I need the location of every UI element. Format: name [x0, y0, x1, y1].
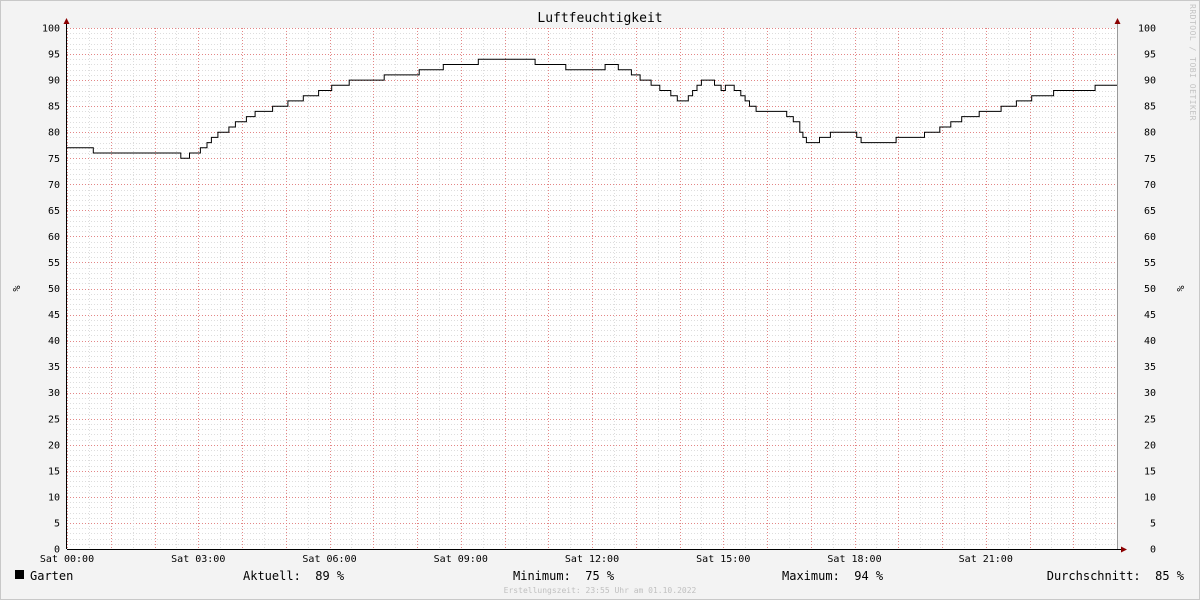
y-tick-label-left: 35 — [48, 362, 60, 373]
x-tick-label: Sat 12:00 — [565, 554, 619, 565]
y-tick-label-right: 10 — [1144, 492, 1156, 503]
y-tick-label-left: 90 — [48, 76, 60, 87]
x-tick-label: Sat 09:00 — [434, 554, 488, 565]
y-tick-label-right: 40 — [1144, 336, 1156, 347]
y-tick-label-right: 95 — [1144, 50, 1156, 61]
legend-series-name: Garten — [30, 569, 74, 583]
y-tick-label-right: 50 — [1144, 284, 1156, 295]
x-tick-label: Sat 15:00 — [696, 554, 750, 565]
y-tick-label-right: 60 — [1144, 232, 1156, 243]
y-tick-label-right: 70 — [1144, 180, 1156, 191]
y-tick-label-left: 10 — [48, 492, 60, 503]
y-tick-label-left: 25 — [48, 414, 60, 425]
y-axis-label-left: % — [10, 285, 21, 291]
y-tick-label-left: 65 — [48, 206, 60, 217]
y-tick-label-right: 85 — [1144, 102, 1156, 113]
y-tick-label-right: 20 — [1144, 440, 1156, 451]
y-tick-label-left: 75 — [48, 154, 60, 165]
stat-maximum: Maximum: 94 % — [782, 569, 884, 583]
x-tick-label: Sat 06:00 — [302, 554, 356, 565]
y-tick-label-left: 30 — [48, 388, 60, 399]
y-tick-label-right: 45 — [1144, 310, 1156, 321]
y-tick-label-right: 35 — [1144, 362, 1156, 373]
y-tick-label-left: 50 — [48, 284, 60, 295]
y-axis-arrow-left — [63, 18, 70, 24]
stat-current: Aktuell: 89 % — [243, 569, 345, 583]
y-tick-label-left: 55 — [48, 258, 60, 269]
chart-plot: 0 05 510 1015 1520 2025 2530 3035 3540 4045 4550 50… — [10, 18, 1185, 565]
y-tick-label-right: 90 — [1144, 76, 1156, 87]
y-tick-label-right: 100 — [1138, 24, 1156, 35]
y-tick-label-right: 80 — [1144, 128, 1156, 139]
stat-average: Durchschnitt: 85 % — [1046, 569, 1184, 583]
x-tick-label: Sat 00:00 — [40, 554, 94, 565]
y-tick-label-left: 45 — [48, 310, 60, 321]
y-tick-label-left: 80 — [48, 128, 60, 139]
y-tick-label-left: 60 — [48, 232, 60, 243]
y-axis-label-right: % — [1174, 285, 1185, 291]
y-tick-label-left: 20 — [48, 440, 60, 451]
x-tick-label: Sat 03:00 — [171, 554, 225, 565]
creation-time-footer: Erstellungszeit: 23:55 Uhr am 01.10.2022 — [503, 586, 697, 595]
y-tick-label-right: 25 — [1144, 414, 1156, 425]
y-tick-label-left: 100 — [42, 24, 60, 35]
x-tick-label: Sat 18:00 — [827, 554, 881, 565]
y-tick-label-left: 15 — [48, 466, 60, 477]
legend-swatch — [15, 570, 24, 579]
y-tick-label-right: 55 — [1144, 258, 1156, 269]
y-tick-label-left: 70 — [48, 180, 60, 191]
y-tick-label-left: 95 — [48, 50, 60, 61]
y-tick-label-left: 5 — [54, 518, 60, 529]
y-axis-arrow-right — [1114, 18, 1121, 24]
y-tick-label-right: 30 — [1144, 388, 1156, 399]
y-tick-label-right: 5 — [1150, 518, 1156, 529]
y-tick-label-right: 15 — [1144, 466, 1156, 477]
stat-minimum: Minimum: 75 % — [513, 569, 615, 583]
x-axis-arrow — [1121, 546, 1127, 553]
x-tick-label: Sat 21:00 — [959, 554, 1013, 565]
y-tick-label-right: 0 — [1150, 545, 1156, 556]
y-tick-label-left: 40 — [48, 336, 60, 347]
y-tick-label-left: 85 — [48, 102, 60, 113]
y-tick-label-right: 75 — [1144, 154, 1156, 165]
y-tick-label-right: 65 — [1144, 206, 1156, 217]
